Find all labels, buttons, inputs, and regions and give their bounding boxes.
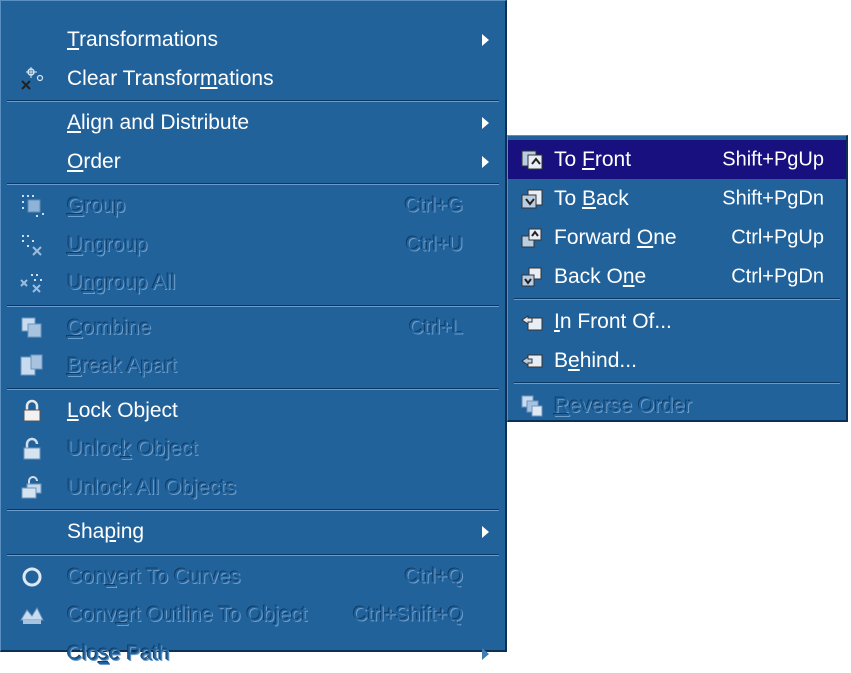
forward-one-icon <box>520 226 544 250</box>
menu-item-label: Unlock Object <box>67 437 198 461</box>
menu-separator <box>7 388 499 390</box>
submenu-item-behind[interactable]: Behind... <box>508 341 846 380</box>
menu-item-label: Back One <box>554 265 646 289</box>
menu-item-shaping[interactable]: Shaping <box>1 513 505 552</box>
convert-curves-icon <box>19 564 45 590</box>
behind-icon <box>520 349 544 373</box>
submenu-item-reverse-order[interactable]: Reverse Order <box>508 386 846 425</box>
menu-item-align-distribute[interactable]: Align and Distribute <box>1 104 505 143</box>
menu-item-combine[interactable]: Combine Ctrl+L <box>1 309 505 348</box>
menu-item-label: Ungroup All <box>67 271 176 295</box>
menu-item-group[interactable]: Group Ctrl+G <box>1 187 505 226</box>
menu-item-shortcut: Ctrl+PgDn <box>731 265 824 288</box>
menu-item-shortcut: Ctrl+Shift+Q <box>353 604 463 627</box>
menu-item-label: Unlock All Objects <box>67 476 236 500</box>
clear-transform-icon <box>19 66 45 92</box>
menu-item-shortcut: Shift+PgDn <box>722 187 824 210</box>
submenu-item-to-back[interactable]: To Back Shift+PgDn <box>508 179 846 218</box>
menu-item-label: Reverse Order <box>554 394 692 418</box>
lock-icon <box>19 398 45 424</box>
menu-item-ungroup-all[interactable]: Ungroup All <box>1 264 505 303</box>
menu-item-label: Forward One <box>554 226 677 250</box>
menu-item-order[interactable]: Order <box>1 143 505 182</box>
menu-item-transformations[interactable]: Transformations <box>1 21 505 60</box>
menu-item-convert-curves[interactable]: Convert To Curves Ctrl+Q <box>1 558 505 597</box>
menu-item-ungroup[interactable]: Ungroup Ctrl+U <box>1 226 505 265</box>
menu-separator <box>7 183 499 185</box>
menu-item-unlock-object[interactable]: Unlock Object <box>1 430 505 469</box>
order-submenu: To Front Shift+PgUp To Back Shift+PgDn F… <box>507 135 848 422</box>
menu-item-shortcut: Ctrl+PgUp <box>731 226 824 249</box>
submenu-arrow-icon <box>482 648 489 660</box>
menu-item-label: Ungroup <box>67 233 148 257</box>
submenu-arrow-icon <box>482 34 489 46</box>
ungroup-icon <box>19 232 45 258</box>
submenu-arrow-icon <box>482 156 489 168</box>
menu-item-label: Convert To Curves <box>67 565 241 589</box>
menu-item-label: Convert Outline To Object <box>67 603 307 627</box>
submenu-item-forward-one[interactable]: Forward One Ctrl+PgUp <box>508 218 846 257</box>
convert-outline-icon <box>19 602 45 628</box>
submenu-arrow-icon <box>482 117 489 129</box>
in-front-of-icon <box>520 310 544 334</box>
menu-item-shortcut: Shift+PgUp <box>722 148 824 171</box>
to-front-icon <box>520 148 544 172</box>
menu-item-break-apart[interactable]: Break Apart <box>1 347 505 386</box>
to-back-icon <box>520 187 544 211</box>
menu-separator <box>514 298 840 300</box>
menu-item-convert-outline[interactable]: Convert Outline To Object Ctrl+Shift+Q <box>1 596 505 635</box>
menu-item-label: Close Path <box>67 642 170 666</box>
menu-separator <box>7 509 499 511</box>
unlock-all-icon <box>19 475 45 501</box>
menu-item-label: Combine <box>67 316 151 340</box>
submenu-item-to-front[interactable]: To Front Shift+PgUp <box>508 140 846 179</box>
menu-item-label: Align and Distribute <box>67 111 249 135</box>
menu-item-shortcut: Ctrl+G <box>405 195 463 218</box>
reverse-order-icon <box>520 394 544 418</box>
submenu-arrow-icon <box>482 526 489 538</box>
menu-item-shortcut: Ctrl+Q <box>405 565 463 588</box>
menu-item-shortcut: Ctrl+U <box>406 233 463 256</box>
break-apart-icon <box>19 353 45 379</box>
ungroup-all-icon <box>19 270 45 296</box>
submenu-item-in-front-of[interactable]: In Front Of... <box>508 302 846 341</box>
menu-item-lock-object[interactable]: Lock Object <box>1 392 505 431</box>
menu-item-label: Shaping <box>67 520 144 544</box>
menu-item-label: Clear Transformations <box>67 67 274 91</box>
unlock-icon <box>19 436 45 462</box>
menu-item-label: Lock Object <box>67 399 178 423</box>
submenu-item-back-one[interactable]: Back One Ctrl+PgDn <box>508 257 846 296</box>
menu-separator <box>514 382 840 384</box>
menu-separator <box>7 100 499 102</box>
menu-item-clear-transformations[interactable]: Clear Transformations <box>1 60 505 99</box>
back-one-icon <box>520 265 544 289</box>
menu-item-label: Transformations <box>67 28 218 52</box>
menu-item-shortcut: Ctrl+L <box>409 316 463 339</box>
menu-item-label: Group <box>67 194 125 218</box>
group-icon <box>19 193 45 219</box>
combine-icon <box>19 315 45 341</box>
menu-item-label: Behind... <box>554 349 637 373</box>
menu-separator <box>7 305 499 307</box>
menu-item-label: Order <box>67 150 121 174</box>
context-menu-arrange: Transformations Clear Transformations Al… <box>0 0 507 652</box>
menu-item-label: To Back <box>554 187 629 211</box>
menu-item-close-path[interactable]: Close Path <box>1 635 505 673</box>
menu-separator <box>7 554 499 556</box>
menu-item-unlock-all[interactable]: Unlock All Objects <box>1 469 505 508</box>
menu-item-label: To Front <box>554 148 631 172</box>
menu-item-label: Break Apart <box>67 354 177 378</box>
menu-item-label: In Front Of... <box>554 310 672 334</box>
